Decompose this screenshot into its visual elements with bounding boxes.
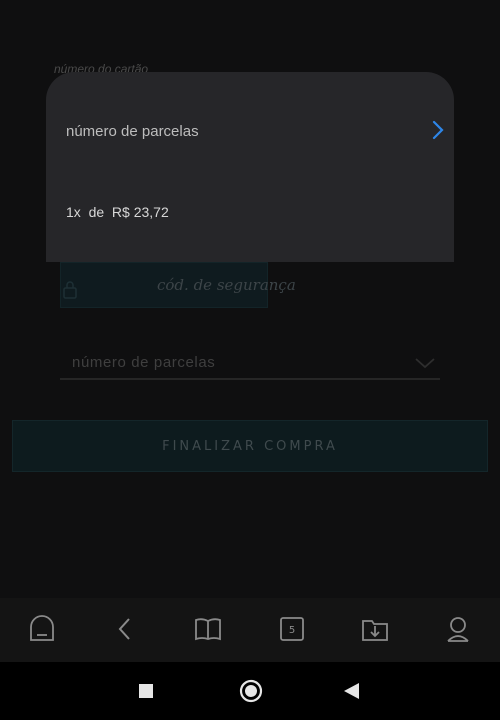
home-icon[interactable] bbox=[27, 614, 57, 644]
recents-square-icon[interactable] bbox=[138, 683, 154, 699]
back-triangle-icon[interactable] bbox=[343, 682, 361, 700]
security-code-placeholder: cód. de segurança bbox=[157, 276, 296, 294]
dialog-title: número de parcelas bbox=[66, 123, 199, 140]
chevron-down-icon bbox=[415, 358, 435, 369]
installments-underline bbox=[60, 378, 440, 380]
tabs-icon[interactable]: 5 bbox=[277, 614, 307, 644]
chevron-right-icon[interactable] bbox=[431, 120, 445, 140]
installment-option[interactable]: 1x de R$ 23,72 bbox=[66, 204, 169, 220]
lock-icon bbox=[63, 281, 77, 299]
book-icon[interactable] bbox=[193, 614, 223, 644]
screen: número do cartão cód. de segurança númer… bbox=[0, 0, 500, 720]
finalize-purchase-button[interactable]: FINALIZAR COMPRA bbox=[12, 420, 488, 472]
installments-select[interactable]: número de parcelas bbox=[72, 354, 215, 371]
app-bottom-nav: 5 bbox=[0, 598, 500, 662]
installments-dialog: número de parcelas 1x de R$ 23,72 bbox=[46, 72, 454, 262]
download-icon[interactable] bbox=[360, 614, 390, 644]
tabs-count: 5 bbox=[289, 625, 295, 636]
home-circle-icon[interactable] bbox=[239, 679, 263, 703]
back-icon[interactable] bbox=[110, 614, 140, 644]
system-nav-bar bbox=[0, 662, 500, 720]
profile-icon[interactable] bbox=[443, 614, 473, 644]
